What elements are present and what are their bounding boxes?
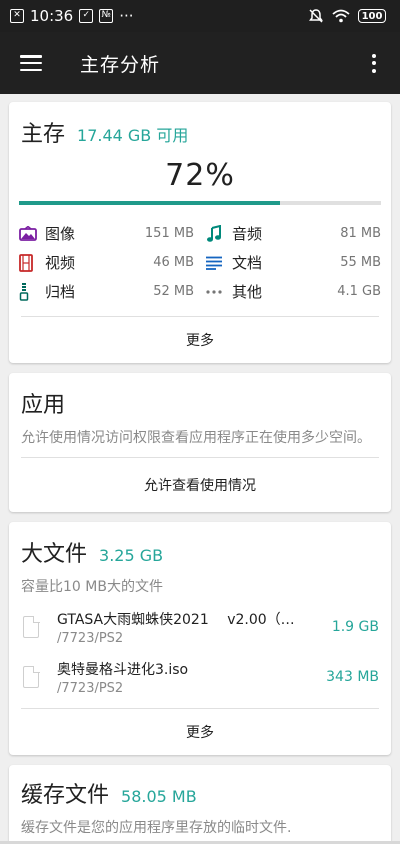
notification-icon: ✓ <box>79 9 94 23</box>
more-options-icon[interactable] <box>364 53 384 73</box>
status-time: 10:36 <box>30 7 74 25</box>
category-label: 归档 <box>45 283 76 301</box>
document-lines-icon <box>206 256 232 270</box>
category-images[interactable]: 图像 151 MB <box>19 219 194 248</box>
category-audio[interactable]: 音频 81 MB <box>206 219 381 248</box>
large-files-title: 大文件 <box>21 542 88 567</box>
category-grid: 图像 151 MB 音频 81 MB 视频 46 MB 文档 55 MB 归档 … <box>9 205 391 306</box>
category-other[interactable]: 其他 4.1 GB <box>206 277 381 306</box>
storage-used-percent: 72% <box>165 158 235 193</box>
file-row[interactable]: GTASA大雨蜘蛛侠2021 v2.00（… /7723/PS2 1.9 GB <box>9 602 391 652</box>
category-label: 其他 <box>232 283 263 301</box>
page-title: 主存分析 <box>80 53 161 76</box>
file-path: /7723/PS2 <box>57 680 124 696</box>
cache-total: 58.05 MB <box>121 787 197 806</box>
category-label: 视频 <box>45 254 76 272</box>
sim-off-icon: ✕ <box>10 9 24 23</box>
main-content: 主存 17.44 GB 可用 72% 图像 151 MB 音频 81 MB 视频… <box>0 94 400 844</box>
storage-progress-bar <box>19 201 381 205</box>
large-files-description: 容量比10 MB大的文件 <box>21 579 163 595</box>
file-row[interactable]: 奥特曼格斗进化3.iso /7723/PS2 343 MB <box>9 652 391 702</box>
category-size: 46 MB <box>153 255 194 270</box>
storage-card: 主存 17.44 GB 可用 72% 图像 151 MB 音频 81 MB 视频… <box>9 102 391 363</box>
large-files-card: 大文件 3.25 GB 容量比10 MB大的文件 GTASA大雨蜘蛛侠2021 … <box>9 522 391 755</box>
storage-progress-fill <box>19 201 280 205</box>
file-size: 1.9 GB <box>331 619 379 635</box>
film-icon <box>19 253 45 272</box>
cache-card: 缓存文件 58.05 MB 缓存文件是您的应用程序里存放的临时文件. <box>9 765 391 844</box>
mute-bell-icon <box>309 9 323 23</box>
wifi-icon <box>332 9 350 23</box>
category-label: 图像 <box>45 225 76 243</box>
category-video[interactable]: 视频 46 MB <box>19 248 194 277</box>
nfc-icon: № <box>99 9 114 23</box>
file-icon <box>23 665 40 688</box>
more-notifications-icon: ··· <box>119 7 134 25</box>
category-documents[interactable]: 文档 55 MB <box>206 248 381 277</box>
apps-card: 应用 允许使用情况访问权限查看应用程序正在使用多少空间。 允许查看使用情况 <box>9 373 391 512</box>
storage-available: 17.44 GB 可用 <box>77 126 189 145</box>
file-name: GTASA大雨蜘蛛侠2021 v2.00（… <box>57 611 295 628</box>
category-size: 81 MB <box>340 226 381 241</box>
category-size: 151 MB <box>144 226 194 241</box>
status-bar: ✕ 10:36 ✓ № ··· 100 <box>0 0 400 32</box>
menu-icon[interactable] <box>20 55 42 71</box>
category-label: 文档 <box>232 254 263 272</box>
category-label: 音频 <box>232 225 263 243</box>
category-size: 4.1 GB <box>337 284 381 299</box>
cache-title: 缓存文件 <box>21 783 110 808</box>
large-files-more-button[interactable]: 更多 <box>9 709 391 755</box>
music-note-icon <box>206 224 232 243</box>
category-archives[interactable]: 归档 52 MB <box>19 277 194 306</box>
image-icon <box>19 225 45 242</box>
allow-usage-access-button[interactable]: 允许查看使用情况 <box>9 458 391 512</box>
file-icon <box>23 615 40 638</box>
category-size: 52 MB <box>153 284 194 299</box>
file-path: /7723/PS2 <box>57 630 124 646</box>
file-size: 343 MB <box>326 669 379 685</box>
apps-description: 允许使用情况访问权限查看应用程序正在使用多少空间。 <box>21 430 371 446</box>
archive-zip-icon <box>19 282 45 301</box>
cache-description: 缓存文件是您的应用程序里存放的临时文件. <box>21 820 292 836</box>
large-files-total: 3.25 GB <box>99 546 164 565</box>
category-size: 55 MB <box>340 255 381 270</box>
apps-title: 应用 <box>21 393 66 418</box>
file-name: 奥特曼格斗进化3.iso <box>57 661 189 678</box>
storage-title: 主存 <box>21 122 66 147</box>
storage-more-button[interactable]: 更多 <box>9 317 391 363</box>
more-horiz-icon <box>206 289 232 294</box>
battery-icon: 100 <box>358 9 386 23</box>
app-bar: 主存分析 <box>0 32 400 94</box>
